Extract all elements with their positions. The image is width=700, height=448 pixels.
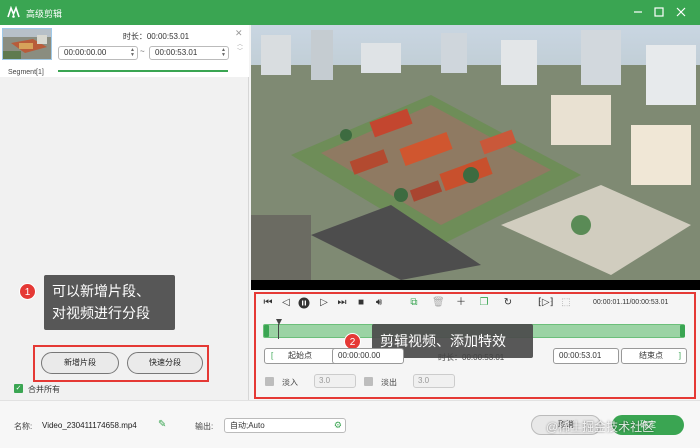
annotation-1-line1: 可以新增片段、	[52, 283, 150, 299]
output-label: 输出:	[195, 422, 214, 431]
edit-name-icon[interactable]: ✎	[158, 419, 166, 430]
settings-gear-icon[interactable]: ⚙	[334, 419, 342, 432]
title-bar: 高级剪辑	[0, 0, 700, 25]
output-format-select[interactable]: 自动;Auto ⚙	[224, 418, 346, 433]
maximize-icon	[654, 7, 664, 17]
annotation-callout-1: 可以新增片段、 对视频进行分段	[44, 275, 175, 330]
add-icon[interactable]: ＋	[455, 297, 467, 309]
segment-start-value: 00:00:00.00	[64, 48, 107, 57]
to-start-icon[interactable]: ⏮	[262, 297, 274, 309]
annotation-1-line2: 对视频进行分段	[52, 305, 150, 321]
stop-icon[interactable]: ■	[355, 297, 367, 309]
pause-icon	[298, 297, 310, 309]
reorder-icon[interactable]: ︿ ﹀	[237, 42, 243, 56]
segment-panel: 时长：00:00:53.01 00:00:00.00 ▲ ▼ ~ 00:00:53…	[0, 25, 249, 400]
fade-out-checkbox[interactable]	[364, 377, 373, 386]
range-separator: ~	[140, 47, 145, 56]
maximize-button[interactable]	[651, 4, 667, 20]
minimize-button[interactable]	[630, 4, 646, 20]
reset-icon[interactable]: ↻	[502, 297, 514, 309]
split-icon[interactable]: ⧉	[408, 297, 420, 309]
video-bottom-border	[251, 280, 700, 290]
end-bracket-icon: ]	[678, 351, 681, 360]
timeline-right-handle[interactable]	[680, 325, 685, 337]
video-preview[interactable]	[251, 25, 700, 280]
segment-end-value: 00:00:53.01	[155, 48, 198, 57]
end-time-input[interactable]: 00:00:53.01	[553, 348, 619, 364]
annotation-number-1: 1	[19, 283, 36, 300]
end-point-label: 结束点	[639, 351, 663, 360]
annotation-2-text: 剪辑视频、添加特效	[380, 333, 506, 349]
segment-label: Segment[1]	[8, 69, 44, 76]
spinner-icon[interactable]: ▲ ▼	[130, 48, 135, 58]
window-title: 高级剪辑	[26, 9, 63, 19]
fade-out-value: 3.0	[418, 376, 430, 385]
delete-icon[interactable]: 🗑︎	[432, 297, 445, 309]
to-end-icon[interactable]: ⏭	[336, 297, 348, 309]
pause-button[interactable]	[298, 297, 310, 309]
name-label: 名称:	[14, 422, 33, 431]
watermark-text: @稀土掘金技术社区	[546, 420, 655, 434]
prev-frame-icon[interactable]: ◁	[280, 297, 292, 309]
crop-icon[interactable]: ⬚	[560, 297, 572, 309]
end-point-group[interactable]: 结束点 ]	[621, 348, 687, 364]
spinner-icon[interactable]: ▲ ▼	[221, 48, 226, 58]
output-format-value: 自动;Auto	[230, 421, 265, 430]
start-point-label: 起始点	[288, 351, 312, 360]
segment-progress-bar	[58, 70, 228, 72]
playhead-icon[interactable]	[276, 319, 282, 325]
trim-duration: 时长：00:00:53.01	[438, 353, 505, 362]
checkbox-checked-icon[interactable]: ✓	[14, 384, 23, 393]
segment-start-input[interactable]: 00:00:00.00 ▲ ▼	[58, 46, 138, 60]
mark-in-out-icon[interactable]: ⁅▷⁆	[538, 297, 554, 309]
fade-in-checkbox[interactable]	[265, 377, 274, 386]
fade-in-input[interactable]: 3.0	[314, 374, 356, 388]
fade-in-label: 淡入	[282, 378, 298, 387]
close-button[interactable]	[673, 4, 689, 20]
copy-icon[interactable]: ❐	[478, 297, 490, 309]
segment-thumbnail	[2, 28, 52, 60]
start-bracket-icon: [	[271, 351, 274, 360]
start-time-input[interactable]: 00:00:00.00	[332, 348, 404, 364]
fade-out-label: 淡出	[381, 378, 397, 387]
playhead-line	[278, 324, 279, 339]
close-icon	[676, 7, 686, 17]
segment-card[interactable]: 时长：00:00:53.01 00:00:00.00 ▲ ▼ ~ 00:00:53…	[0, 25, 249, 77]
quick-split-button[interactable]: 快速分段	[127, 352, 203, 374]
merge-all-label: 合并所有	[28, 385, 60, 394]
volume-icon[interactable]: 🔊︎	[373, 297, 385, 309]
segment-duration: 时长：00:00:53.01	[122, 32, 190, 41]
start-time-value: 00:00:00.00	[338, 351, 381, 360]
time-readout: 00:00:01.11/00:00:53.01	[593, 299, 669, 306]
timeline-left-handle[interactable]	[264, 325, 269, 337]
app-logo-icon	[7, 6, 20, 18]
file-name: Video_230411174658.mp4	[42, 421, 137, 430]
next-frame-icon[interactable]: ▷	[318, 297, 330, 309]
video-frame-image	[251, 25, 700, 280]
delete-segment-icon[interactable]: ✕	[235, 28, 243, 39]
fade-out-input[interactable]: 3.0	[413, 374, 455, 388]
end-time-value: 00:00:53.01	[559, 351, 602, 360]
fade-in-value: 3.0	[319, 376, 331, 385]
minimize-icon	[634, 11, 642, 13]
segment-end-input[interactable]: 00:00:53.01 ▲ ▼	[149, 46, 229, 60]
add-segment-button[interactable]: 新增片段	[41, 352, 119, 374]
